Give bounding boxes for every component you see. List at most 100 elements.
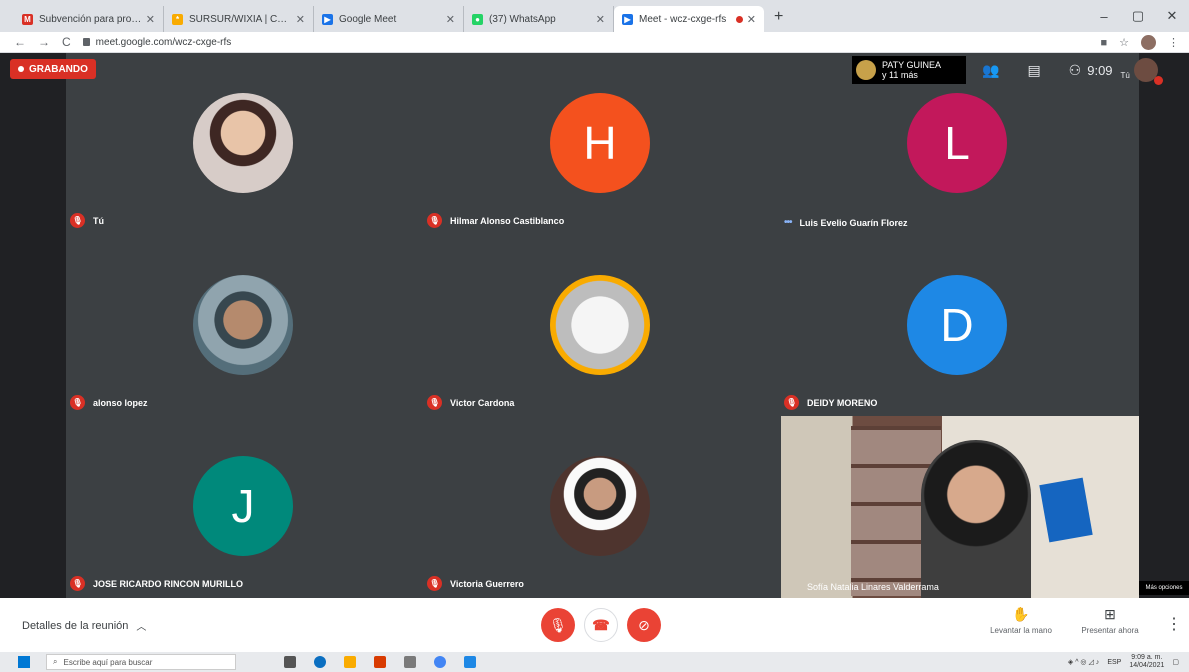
new-tab-button[interactable]: + — [764, 8, 793, 32]
more-options-button[interactable]: Más opciones — [1139, 581, 1189, 595]
participant-name-row: 🎙 alonso lopez — [70, 395, 148, 410]
tab-list: M Subvención para programa Uniti... ✕ * SURS… — [14, 0, 764, 32]
meeting-details-button[interactable]: Detalles de la reunión ︿ — [22, 618, 147, 634]
participant-name-row: 🎙 Victoria Guerrero — [427, 576, 524, 591]
system-tray: ◈ ^ ◎ ◿ ♪ ESP 9:09 a. m. 14/04/2021 ▢ — [1068, 654, 1179, 670]
participant-name-row: 🎙 Hilmar Alonso Castiblanco — [427, 213, 564, 228]
meeting-details-label: Detalles de la reunión — [22, 619, 129, 632]
tab-favicon-icon: ▶ — [622, 13, 633, 25]
participant-name: JOSE RICARDO RINCON MURILLO — [93, 578, 244, 589]
browser-tab[interactable]: ▶ Google Meet ✕ — [314, 6, 464, 32]
language-indicator[interactable]: ESP — [1107, 659, 1121, 666]
participant-video — [921, 440, 1031, 598]
participant-tile[interactable]: D 🎙 DEIDY MORENO — [780, 235, 1137, 416]
video-tile[interactable]: Sofía Natalia Linares Valderrama — [781, 416, 1139, 598]
right-margin — [1139, 53, 1189, 598]
tab-recording-icon — [735, 15, 743, 23]
participant-name: Luis Evelio Guarín Florez — [799, 217, 908, 228]
notifications-icon[interactable]: ▢ — [1172, 658, 1179, 666]
present-now-button[interactable]: ⊞ Presentar ahora — [1070, 606, 1150, 635]
tab-favicon-icon: * — [172, 13, 183, 25]
present-now-label: Presentar ahora — [1081, 626, 1139, 635]
start-button[interactable] — [18, 656, 30, 668]
camera-indicator-icon[interactable]: ■ — [1100, 37, 1107, 49]
participant-avatar — [193, 275, 293, 375]
participant-name-row: 🎙 Tú — [70, 213, 104, 228]
chrome-icon[interactable] — [434, 656, 446, 668]
tab-close-icon[interactable]: ✕ — [747, 13, 756, 26]
tab-label: Google Meet — [339, 13, 397, 25]
address-bar-actions: ■ ☆ ⋮ — [1100, 35, 1179, 50]
back-button[interactable]: ← — [14, 35, 26, 49]
participant-tile[interactable]: 🎙 Tú — [66, 53, 423, 234]
participant-name-row: 🎙 DEIDY MORENO — [784, 395, 877, 410]
participant-tile[interactable]: 🎙 alonso lopez — [66, 235, 423, 416]
maximize-button[interactable]: ▢ — [1121, 8, 1155, 24]
meet-control-bar: Detalles de la reunión ︿ 🎙 ☎ ⊘ ✋ Levanta… — [0, 598, 1189, 652]
hand-icon: ✋ — [1012, 606, 1030, 622]
participant-name: DEIDY MORENO — [807, 397, 878, 408]
url-field[interactable]: meet.google.com/wcz-cxge-rfs — [82, 36, 232, 48]
tab-close-icon[interactable]: ✕ — [146, 13, 155, 26]
photos-icon[interactable] — [464, 656, 476, 668]
present-icon: ⊞ — [1104, 606, 1116, 622]
network-icon[interactable]: ◈ ^ ◎ ◿ ♪ — [1068, 658, 1099, 666]
participant-avatar: L — [907, 93, 1007, 193]
tab-close-icon[interactable]: ✕ — [596, 13, 605, 26]
participant-name: Victoria Guerrero — [450, 578, 524, 589]
participant-tile[interactable]: 🎙 Victor Cardona — [423, 235, 780, 416]
office-icon[interactable] — [374, 656, 386, 668]
profile-avatar[interactable] — [1141, 35, 1156, 50]
reload-button[interactable]: C — [62, 35, 71, 49]
mic-muted-icon: 🎙 — [427, 213, 442, 228]
mic-toggle-button[interactable]: 🎙 — [541, 608, 575, 642]
tray-clock[interactable]: 9:09 a. m. 14/04/2021 — [1129, 654, 1164, 670]
tab-favicon-icon: ● — [472, 13, 483, 25]
browser-tab[interactable]: ▶ Meet - wcz-cxge-rfs ✕ — [614, 6, 764, 32]
raise-hand-label: Levantar la mano — [990, 626, 1052, 635]
mic-off-icon: 🎙 — [549, 616, 567, 633]
bookmark-star-icon[interactable]: ☆ — [1119, 36, 1129, 49]
self-muted-icon — [1153, 76, 1163, 85]
close-window-button[interactable]: ✕ — [1155, 8, 1189, 24]
browser-tab[interactable]: M Subvención para programa Uniti... ✕ — [14, 6, 164, 32]
minimize-button[interactable]: – — [1087, 9, 1121, 24]
chevron-up-icon: ︿ — [136, 622, 147, 633]
tab-close-icon[interactable]: ✕ — [446, 13, 455, 26]
tab-close-icon[interactable]: ✕ — [296, 13, 305, 26]
self-avatar — [1133, 58, 1163, 85]
options-menu-icon[interactable]: ⋮ — [1166, 614, 1182, 634]
app-icon[interactable] — [404, 656, 416, 668]
tab-label: SURSUR/WIXIA | Comunidad S... — [189, 13, 292, 25]
mic-muted-icon: 🎙 — [70, 395, 85, 410]
participant-avatar: H — [550, 93, 650, 193]
participant-tile[interactable]: J 🎙 JOSE RICARDO RINCON MURILLO — [66, 416, 423, 597]
poster-image — [1039, 477, 1093, 543]
participant-avatar: J — [193, 456, 293, 556]
tab-favicon-icon: M — [22, 13, 33, 25]
edge-icon[interactable] — [314, 656, 326, 668]
participant-tile[interactable]: L ••• Luis Evelio Guarín Florez — [780, 53, 1137, 234]
participant-name: Tú — [93, 215, 104, 226]
browser-menu-icon[interactable]: ⋮ — [1168, 36, 1179, 49]
raise-hand-button[interactable]: ✋ Levantar la mano — [981, 606, 1061, 635]
left-margin — [0, 53, 66, 598]
participant-tile[interactable]: 🎙 Victoria Guerrero — [423, 416, 780, 597]
mic-muted-icon: 🎙 — [427, 395, 442, 410]
window-controls: – ▢ ✕ — [1087, 0, 1189, 32]
taskbar-search[interactable]: ⌕ Escribe aquí para buscar — [46, 654, 236, 670]
leave-call-button[interactable]: ☎ — [584, 608, 618, 642]
file-explorer-icon[interactable] — [344, 656, 356, 668]
url-text: meet.google.com/wcz-cxge-rfs — [95, 36, 232, 48]
taskbar-search-placeholder: Escribe aquí para buscar — [63, 657, 153, 667]
browser-tab[interactable]: ● (37) WhatsApp ✕ — [464, 6, 614, 32]
forward-button[interactable]: → — [38, 35, 50, 49]
task-view-icon[interactable] — [284, 656, 296, 668]
mic-muted-icon: 🎙 — [427, 576, 442, 591]
participant-name-row: 🎙 Victor Cardona — [427, 395, 514, 410]
camera-toggle-button[interactable]: ⊘ — [627, 608, 661, 642]
participant-tile[interactable]: H 🎙 Hilmar Alonso Castiblanco — [423, 53, 780, 234]
browser-tabstrip: M Subvención para programa Uniti... ✕ * SURS… — [0, 0, 1189, 32]
browser-tab[interactable]: * SURSUR/WIXIA | Comunidad S... ✕ — [164, 6, 314, 32]
video-participant-name: Sofía Natalia Linares Valderrama — [807, 582, 939, 592]
